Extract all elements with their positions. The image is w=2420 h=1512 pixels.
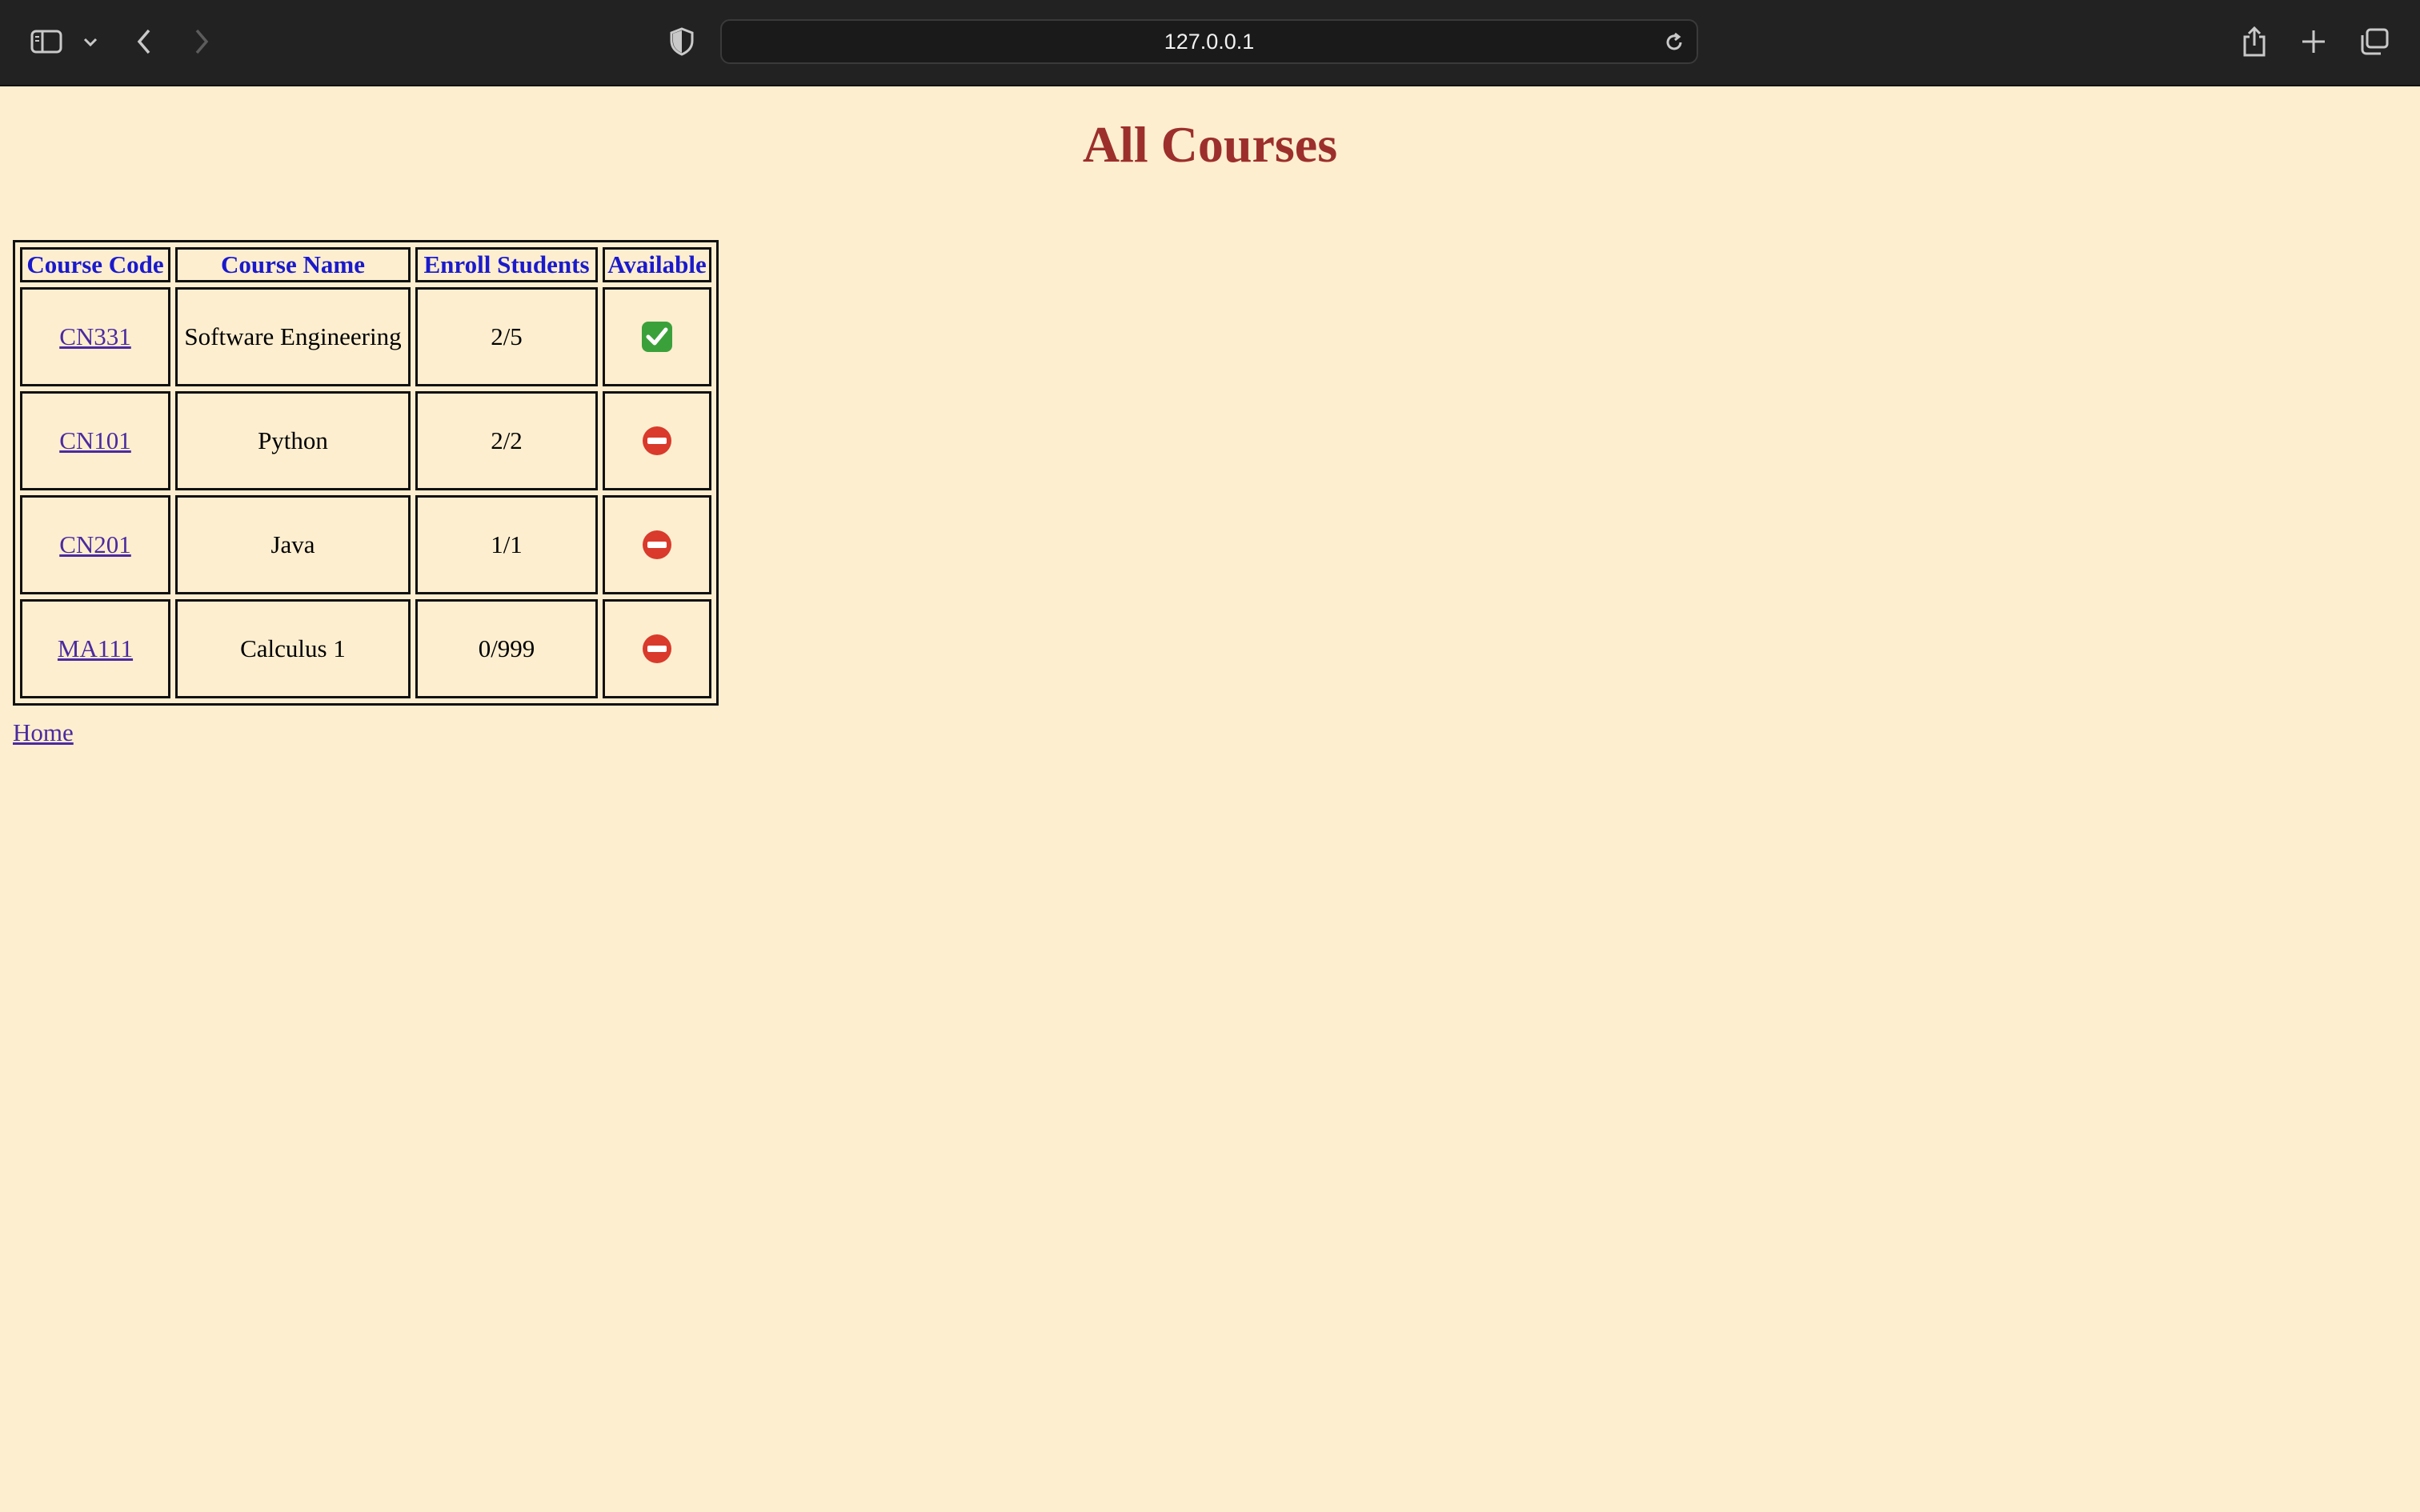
page-title: All Courses [1082, 116, 1338, 173]
enroll-count-cell: 2/5 [415, 287, 598, 386]
course-code-link[interactable]: CN101 [59, 426, 131, 454]
no-entry-icon [641, 633, 673, 665]
availability-cell [603, 495, 711, 594]
header-available: Available [603, 247, 711, 282]
courses-table: Course Code Course Name Enroll Students … [13, 240, 719, 706]
no-entry-icon [641, 425, 673, 457]
back-arrow-icon[interactable] [134, 24, 154, 59]
enroll-count-cell: 1/1 [415, 495, 598, 594]
course-name-cell: Software Engineering [175, 287, 411, 386]
course-code-link[interactable]: MA111 [58, 634, 133, 662]
address-bar[interactable]: 127.0.0.1 [720, 19, 1698, 64]
table-row: CN101 Python 2/2 [20, 391, 711, 490]
course-code-link[interactable]: CN331 [59, 322, 131, 350]
check-mark-icon [640, 320, 674, 354]
reload-icon[interactable] [1663, 31, 1685, 58]
table-header-row: Course Code Course Name Enroll Students … [20, 247, 711, 282]
header-enroll-students: Enroll Students [415, 247, 598, 282]
share-icon[interactable] [2241, 24, 2268, 59]
chevron-down-icon[interactable] [82, 24, 99, 59]
header-course-name: Course Name [175, 247, 411, 282]
course-name-cell: Python [175, 391, 411, 490]
course-code-cell: MA111 [20, 599, 170, 698]
new-tab-plus-icon[interactable] [2300, 24, 2327, 59]
enroll-count-cell: 2/2 [415, 391, 598, 490]
sidebar-toggle-icon[interactable] [30, 24, 62, 59]
header-course-code: Course Code [20, 247, 170, 282]
no-entry-icon [641, 529, 673, 561]
course-name-cell: Calculus 1 [175, 599, 411, 698]
course-code-cell: CN101 [20, 391, 170, 490]
browser-toolbar: 127.0.0.1 [0, 0, 2420, 86]
course-code-link[interactable]: CN201 [59, 530, 131, 558]
availability-cell [603, 599, 711, 698]
table-row: CN331 Software Engineering 2/5 [20, 287, 711, 386]
course-code-cell: CN331 [20, 287, 170, 386]
table-row: MA111 Calculus 1 0/999 [20, 599, 711, 698]
course-code-cell: CN201 [20, 495, 170, 594]
forward-arrow-icon[interactable] [192, 24, 211, 59]
availability-cell [603, 391, 711, 490]
table-row: CN201 Java 1/1 [20, 495, 711, 594]
home-link[interactable]: Home [13, 718, 74, 747]
privacy-shield-icon[interactable] [669, 24, 695, 59]
page-content: All Courses Course Code Course Name Enro… [0, 86, 2420, 1512]
availability-cell [603, 287, 711, 386]
tab-overview-icon[interactable] [2359, 24, 2390, 59]
course-name-cell: Java [175, 495, 411, 594]
address-bar-url: 127.0.0.1 [1164, 29, 1255, 54]
enroll-count-cell: 0/999 [415, 599, 598, 698]
